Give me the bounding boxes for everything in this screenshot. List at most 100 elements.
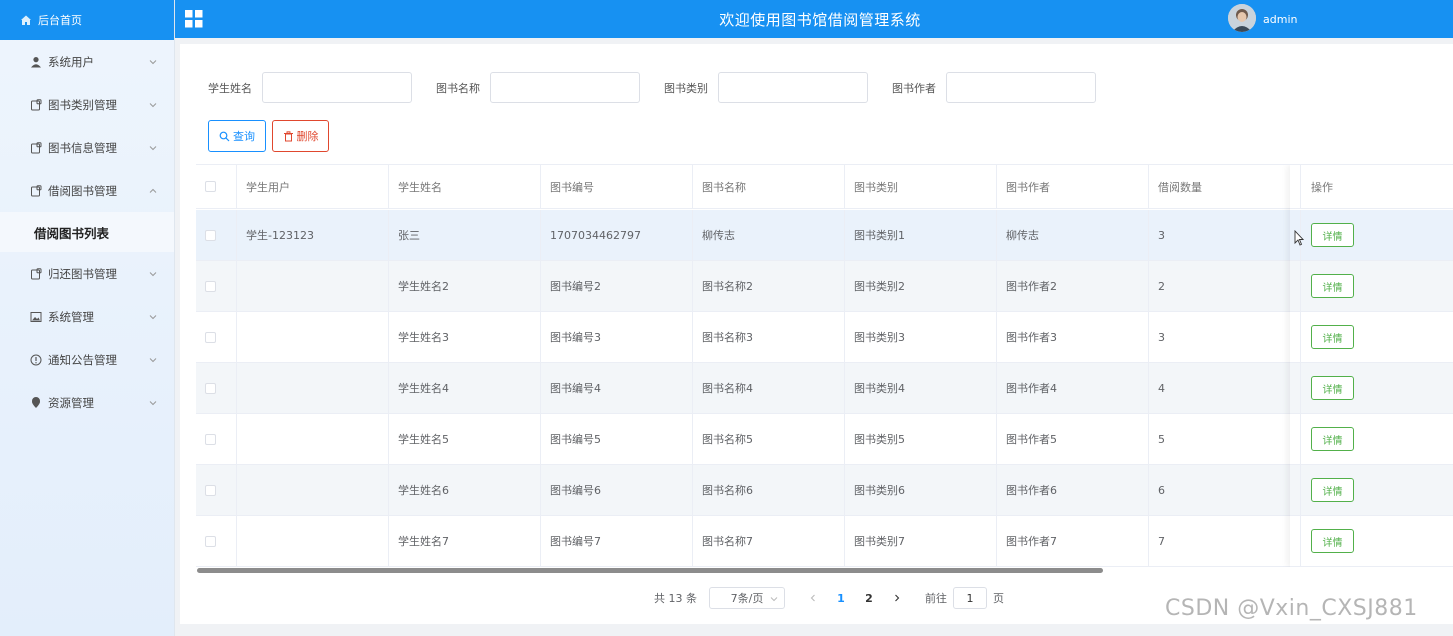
mouse-cursor-icon [1294,230,1304,246]
page-size-value: 7条/页 [730,592,764,605]
row-checkbox[interactable] [205,484,216,496]
prev-page-button[interactable] [799,587,827,609]
row-checkbox[interactable] [205,382,216,394]
table-cell [237,516,389,566]
detail-button[interactable]: 详情 [1311,478,1354,502]
student-name-input[interactable] [262,72,412,103]
row-checkbox-cell[interactable] [196,312,237,362]
delete-button[interactable]: 删除 [272,120,329,152]
table-cell: 图书编号6 [541,465,693,515]
table-cell: 图书作者3 [997,312,1149,362]
table-cell: 图书名称3 [693,312,845,362]
table-cell: 5 [1149,414,1301,464]
table-cell: 图书类别3 [845,312,997,362]
table-cell: 图书类别4 [845,363,997,413]
detail-button[interactable]: 详情 [1311,223,1354,247]
next-page-button[interactable] [883,587,911,609]
horizontal-scrollbar[interactable] [196,567,1453,574]
page-number-1[interactable]: 1 [827,587,855,609]
select-all-checkbox[interactable] [205,181,216,192]
sidebar-subitem[interactable]: 借阅图书列表 [0,212,174,252]
detail-button[interactable]: 详情 [1311,529,1354,553]
table-cell: 图书类别1 [845,210,997,260]
table-row: 学生姓名5 图书编号5 图书名称5 图书类别5 图书作者5 5 详情 [196,414,1453,465]
user-icon [30,56,48,68]
row-checkbox[interactable] [205,331,216,343]
table-cell: 学生姓名4 [389,363,541,413]
row-checkbox[interactable] [205,280,216,292]
page-suffix: 页 [993,592,1004,605]
sidebar-item[interactable]: 通知公告管理 [0,338,174,381]
sidebar-item-label: 图书信息管理 [48,140,117,155]
row-checkbox-cell[interactable] [196,414,237,464]
table-cell: 图书编号4 [541,363,693,413]
student-name-label: 学生姓名 [208,81,252,95]
goto-page-input[interactable]: 1 [953,587,987,609]
operation-cell: 详情 [1301,363,1453,413]
table-row: 学生姓名7 图书编号7 图书名称7 图书类别7 图书作者7 7 详情 [196,516,1453,567]
scrollbar-thumb[interactable] [197,568,1103,573]
table-cell: 图书名称6 [693,465,845,515]
row-checkbox-cell[interactable] [196,363,237,413]
sidebar-home[interactable]: 后台首页 [0,0,174,40]
sidebar-item[interactable]: 归还图书管理 [0,252,174,295]
goto-label: 前往 [925,592,947,605]
sidebar-item[interactable]: 系统管理 [0,295,174,338]
sidebar-item-label: 系统管理 [48,309,94,324]
row-checkbox-cell[interactable] [196,516,237,566]
sidebar-item-label: 系统用户 [48,54,94,69]
book-category-input[interactable] [718,72,868,103]
table-cell: 2 [1149,261,1301,311]
sidebar-subitem-label: 借阅图书列表 [34,225,110,241]
header-checkbox-cell[interactable] [196,165,237,208]
page-number-2[interactable]: 2 [855,587,883,609]
row-checkbox-cell[interactable] [196,261,237,311]
sidebar-item[interactable]: 图书信息管理 [0,126,174,169]
sidebar-item[interactable]: 资源管理 [0,381,174,424]
table-cell: 图书作者7 [997,516,1149,566]
detail-button[interactable]: 详情 [1311,274,1354,298]
table-cell: 图书名称2 [693,261,845,311]
pin-icon [30,396,48,409]
sidebar-item-label: 归还图书管理 [48,266,117,281]
sidebar-item[interactable]: 图书类别管理 [0,83,174,126]
row-checkbox[interactable] [205,433,216,445]
info-icon [30,354,48,366]
sidebar-item-label: 借阅图书管理 [48,183,117,198]
row-checkbox-cell[interactable] [196,210,237,260]
table-cell: 7 [1149,516,1301,566]
row-checkbox[interactable] [205,229,216,241]
detail-button[interactable]: 详情 [1311,376,1354,400]
avatar[interactable] [1228,4,1256,32]
table-cell: 图书编号2 [541,261,693,311]
doc-icon [30,267,48,280]
table-cell: 图书名称5 [693,414,845,464]
table-cell: 柳传志 [693,210,845,260]
row-checkbox-cell[interactable] [196,465,237,515]
table-cell [237,312,389,362]
detail-button[interactable]: 详情 [1311,325,1354,349]
table-cell: 图书类别6 [845,465,997,515]
sidebar-item[interactable]: 系统用户 [0,40,174,83]
table-cell: 图书类别7 [845,516,997,566]
table-cell [237,261,389,311]
sidebar-item[interactable]: 借阅图书管理 [0,169,174,212]
user-name[interactable]: admin [1263,13,1297,26]
detail-button[interactable]: 详情 [1311,427,1354,451]
doc-icon [30,184,48,197]
table-cell: 图书作者4 [997,363,1149,413]
book-author-input[interactable] [946,72,1096,103]
chevron-right-icon [895,594,900,602]
table-cell: 学生-123123 [237,210,389,260]
query-button[interactable]: 查询 [208,120,266,152]
avatar-image [1228,4,1256,32]
table-body: 学生-123123 张三 1707034462797 柳传志 图书类别1 柳传志 3 详情 学生… [196,210,1453,567]
row-checkbox[interactable] [205,535,216,547]
delete-button-label: 删除 [296,130,319,143]
table-cell [237,363,389,413]
search-form: 学生姓名 图书名称 图书类别 图书作者 [208,72,1120,103]
sidebar-item-label: 资源管理 [48,395,94,410]
page-size-select[interactable]: 7条/页 [709,587,785,609]
operation-cell: 详情 [1301,414,1453,464]
book-name-input[interactable] [490,72,640,103]
